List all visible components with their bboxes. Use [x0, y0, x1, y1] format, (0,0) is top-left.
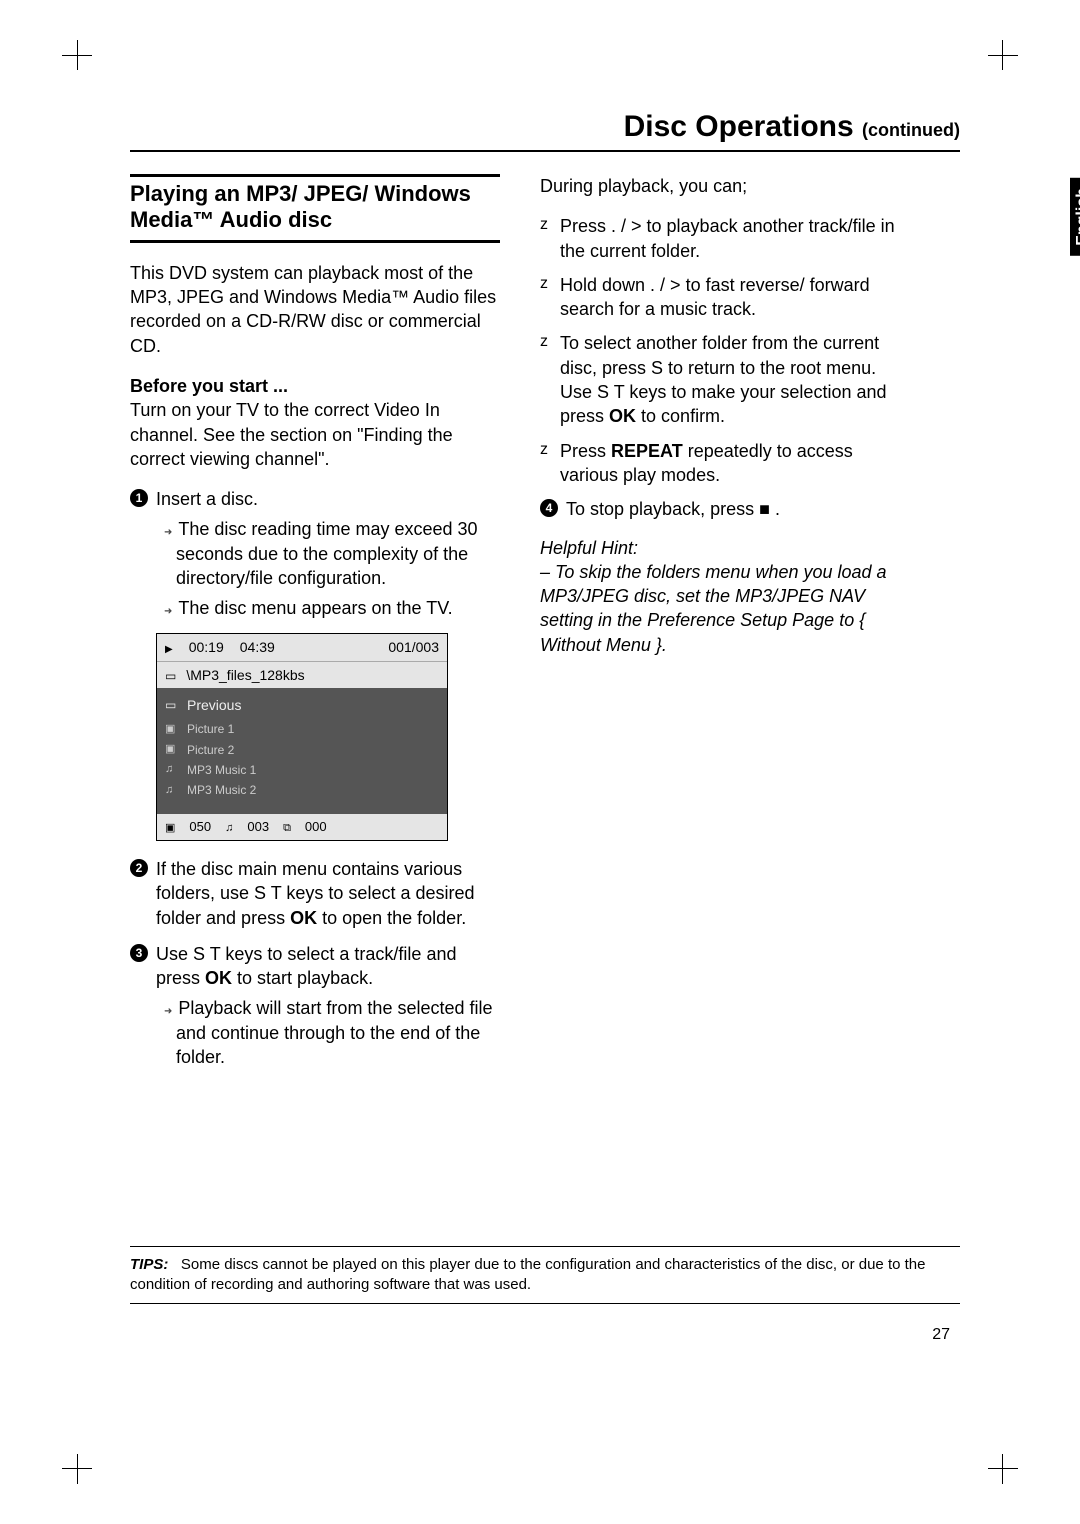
track-index: 001/003 [388, 638, 439, 657]
step-1-text: Insert a disc. [156, 489, 258, 509]
crop-mark [988, 1454, 1018, 1484]
before-you-start: Before you start ... Turn on your TV to … [130, 374, 500, 471]
before-label: Before you start ... [130, 376, 288, 396]
music-icon [165, 783, 179, 798]
music-icon [165, 762, 179, 777]
page-title: Disc Operations (continued) [130, 110, 960, 152]
crop-mark [62, 40, 92, 70]
bullet-text-b: to confirm. [636, 406, 725, 426]
step-badge-2: 2 [130, 859, 148, 877]
disc-menu-header: 00:19 04:39 001/003 [157, 634, 447, 661]
step-3: 3 Use S T keys to select a track/file an… [130, 942, 500, 1069]
ok-key: OK [609, 406, 636, 426]
section-heading: Playing an MP3/ JPEG/ Windows Media™ Aud… [130, 174, 500, 243]
tips-footer: TIPS: Some discs cannot be played on thi… [130, 1246, 960, 1305]
footer-pics: 050 [189, 818, 211, 836]
folder-icon [165, 697, 179, 714]
left-column: Playing an MP3/ JPEG/ Windows Media™ Aud… [130, 174, 500, 1081]
list-item: MP3 Music 2 [165, 780, 439, 800]
step-3-text-b: to start playback. [232, 968, 373, 988]
bullet-item: Press REPEAT repeatedly to access variou… [540, 439, 910, 488]
folder-icon [165, 666, 176, 685]
list-item: Picture 1 [165, 719, 439, 739]
step-4: 4 To stop playback, press ■ . [540, 497, 910, 521]
crop-mark [988, 40, 1018, 70]
repeat-key: REPEAT [611, 441, 683, 461]
footer-music: 003 [247, 818, 269, 836]
step-1-sub-2: The disc menu appears on the TV. [156, 596, 500, 620]
tips-label: TIPS: [130, 1256, 168, 1273]
step-1: 1 Insert a disc. The disc reading time m… [130, 487, 500, 620]
page-content: Disc Operations (continued) Playing an M… [130, 110, 960, 1081]
before-text: Turn on your TV to the correct Video In … [130, 400, 453, 469]
ok-key: OK [205, 968, 232, 988]
footer-video: 000 [305, 818, 327, 836]
intro-paragraph: This DVD system can playback most of the… [130, 261, 500, 358]
list-item: Previous [165, 694, 439, 717]
step-badge-3: 3 [130, 944, 148, 962]
step-badge-4: 4 [540, 499, 558, 517]
tips-text: Some discs cannot be played on this play… [130, 1256, 925, 1293]
list-item-label: MP3 Music 2 [187, 782, 256, 798]
disc-menu-path: \MP3_files_128kbs [157, 661, 447, 689]
hint-label: Helpful Hint: [540, 538, 638, 558]
bullet-item: Press . / > to playback another track/fi… [540, 214, 910, 263]
bullet-item: Hold down . / > to fast reverse/ forward… [540, 273, 910, 322]
path-text: \MP3_files_128kbs [186, 666, 304, 685]
step-2: 2 If the disc main menu contains various… [130, 857, 500, 930]
step-badge-1: 1 [130, 489, 148, 507]
play-icon [165, 638, 173, 657]
disc-menu-body: Previous Picture 1 Picture 2 MP3 Music 1… [157, 688, 447, 814]
list-item-label: MP3 Music 1 [187, 762, 256, 778]
ok-key: OK [290, 908, 317, 928]
list-item-label: Picture 1 [187, 721, 234, 737]
picture-icon [165, 722, 179, 737]
music-icon [225, 818, 233, 836]
disc-menu-footer: 050 003 000 [157, 814, 447, 840]
title-continued: (continued) [862, 120, 960, 140]
list-item-label: Previous [187, 696, 241, 715]
picture-icon [165, 818, 175, 836]
bullet-text-a: Press [560, 441, 611, 461]
time-elapsed: 00:19 [189, 638, 224, 657]
list-item: Picture 2 [165, 740, 439, 760]
page-number: 27 [932, 1326, 950, 1344]
list-item-label: Picture 2 [187, 742, 234, 758]
picture-icon [165, 742, 179, 757]
step-1-sub-1: The disc reading time may exceed 30 seco… [156, 517, 500, 590]
bullet-item: To select another folder from the curren… [540, 331, 910, 428]
step-4-text: To stop playback, press ■ . [566, 499, 780, 519]
list-item: MP3 Music 1 [165, 760, 439, 780]
during-playback: During playback, you can; [540, 174, 910, 198]
time-total: 04:39 [240, 638, 275, 657]
right-column: During playback, you can; Press . / > to… [540, 174, 910, 1081]
step-3-sub: Playback will start from the selected fi… [156, 996, 500, 1069]
video-icon [283, 818, 291, 836]
title-main: Disc Operations [624, 110, 854, 143]
language-tab: English [1070, 178, 1080, 256]
hint-text: – To skip the folders menu when you load… [540, 562, 887, 655]
step-2-text-b: to open the folder. [317, 908, 466, 928]
helpful-hint: Helpful Hint: – To skip the folders menu… [540, 536, 910, 657]
crop-mark [62, 1454, 92, 1484]
disc-menu-illustration: 00:19 04:39 001/003 \MP3_files_128kbs Pr… [156, 633, 448, 841]
